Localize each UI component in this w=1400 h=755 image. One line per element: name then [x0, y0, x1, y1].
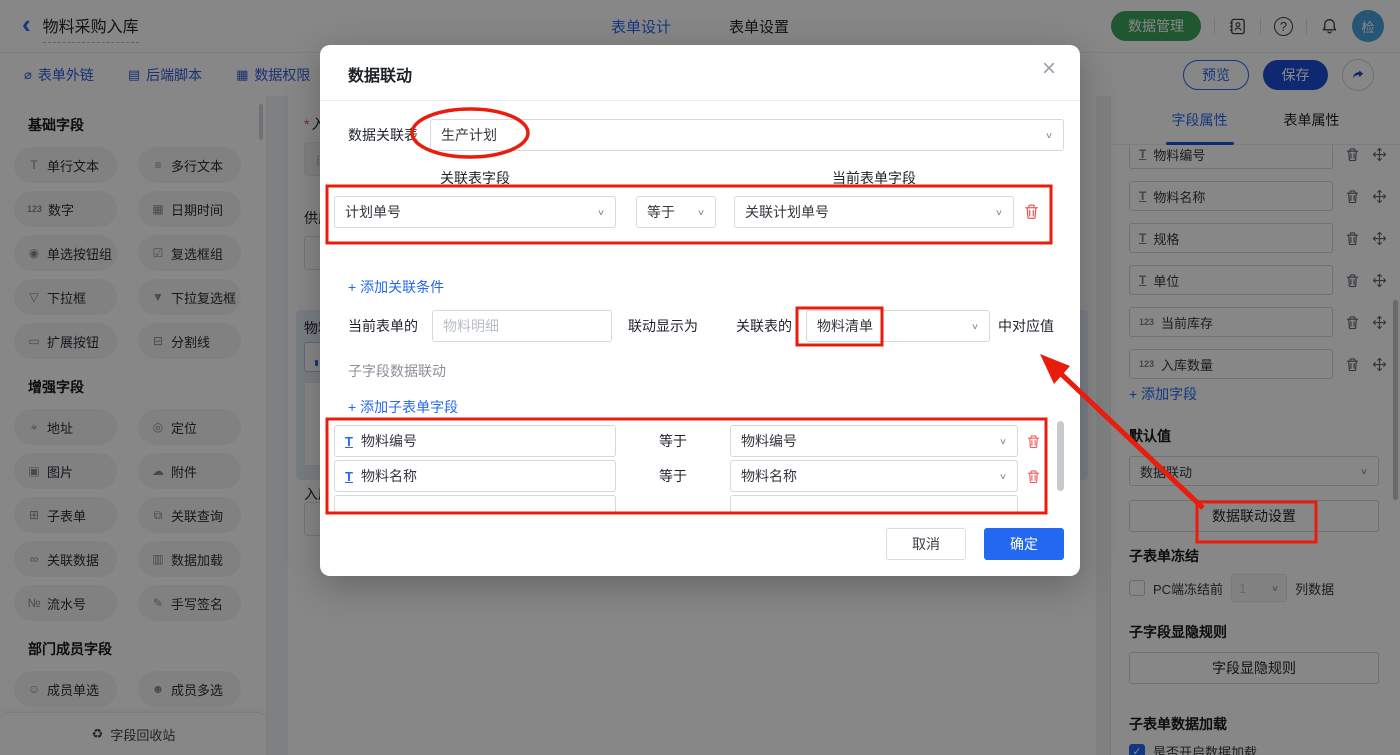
condition-right-select[interactable]: 关联计划单号 ∨ — [734, 196, 1014, 228]
subfield-target-value: 物料名称 — [741, 468, 797, 484]
operator-label: 等于 — [659, 433, 687, 449]
display-as-label: 联动显示为 — [628, 318, 698, 334]
subfield-target-select[interactable] — [730, 495, 1018, 512]
chevron-down-icon: ∨ — [994, 207, 1003, 217]
add-subfield-link[interactable]: + 添加子表单字段 — [348, 397, 458, 417]
chevron-down-icon: ∨ — [998, 471, 1007, 481]
modal-title: 数据联动 — [348, 68, 413, 85]
related-subform-select[interactable]: 物料清单 ∨ — [806, 310, 990, 342]
close-icon[interactable]: × — [1042, 57, 1056, 81]
subfield-target-select[interactable]: 物料编号 ∨ — [730, 425, 1018, 457]
subfield-source[interactable]: T 物料编号 — [334, 425, 616, 457]
chevron-down-icon: ∨ — [1044, 130, 1053, 140]
cancel-button[interactable]: 取消 — [886, 528, 966, 560]
related-table-label: 关联表的 — [736, 318, 792, 334]
link-table-label: 数据关联表 — [348, 127, 418, 143]
chevron-down-icon: ∨ — [998, 436, 1007, 446]
delete-subfield-icon[interactable] — [1018, 434, 1048, 449]
link-table-select[interactable]: 生产计划 ∨ — [430, 119, 1064, 151]
condition-operator-select[interactable]: 等于 ∨ — [636, 196, 716, 228]
modal-scrollbar[interactable] — [1057, 421, 1064, 491]
subfield-mapping-list: T 物料编号 等于 物料编号 ∨ T 物料名称 等于 物料名称 ∨ — [334, 425, 1058, 512]
subfield-source-label: 物料编号 — [360, 433, 417, 449]
chevron-down-icon: ∨ — [696, 207, 705, 217]
subfield-linkage-title: 子字段数据联动 — [348, 363, 446, 379]
text-field-icon: T — [345, 468, 353, 484]
current-form-label: 当前表单的 — [348, 318, 418, 334]
subfield-target-value: 物料编号 — [741, 433, 797, 449]
subfield-source[interactable] — [334, 495, 616, 512]
matching-value-label: 中对应值 — [998, 318, 1054, 334]
operator-label: 等于 — [659, 468, 687, 484]
text-field-icon: T — [345, 433, 353, 449]
divider — [320, 100, 1080, 101]
chevron-down-icon: ∨ — [596, 207, 605, 217]
subfield-mapping-row — [334, 495, 1058, 512]
subfield-target-select[interactable]: 物料名称 ∨ — [730, 460, 1018, 492]
condition-left-select[interactable]: 计划单号 ∨ — [334, 196, 616, 228]
column-header-left: 关联表字段 — [440, 170, 510, 186]
subfield-source-label: 物料名称 — [360, 468, 417, 484]
subfield-mapping-row: T 物料名称 等于 物料名称 ∨ — [334, 460, 1058, 492]
delete-condition-icon[interactable] — [1023, 203, 1040, 220]
column-header-right: 当前表单字段 — [832, 170, 916, 186]
app-window: ‹ 物料采购入库 表单设计 表单设置 数据管理 ? 检 ⌀ 表单外链 ▤ 后端脚本 ▦ 数… — [0, 0, 1400, 755]
data-linkage-modal: 数据联动 × 数据关联表 生产计划 ∨ 关联表字段 当前表单字段 计划单号 ∨ 等于… — [320, 45, 1080, 576]
confirm-button[interactable]: 确定 — [984, 528, 1064, 560]
add-condition-link[interactable]: + 添加关联条件 — [348, 277, 444, 297]
subfield-source[interactable]: T 物料名称 — [334, 460, 616, 492]
current-form-field-input[interactable]: 物料明细 — [432, 310, 612, 342]
delete-subfield-icon[interactable] — [1018, 469, 1048, 484]
chevron-down-icon: ∨ — [970, 321, 979, 331]
subfield-mapping-row: T 物料编号 等于 物料编号 ∨ — [334, 425, 1058, 457]
